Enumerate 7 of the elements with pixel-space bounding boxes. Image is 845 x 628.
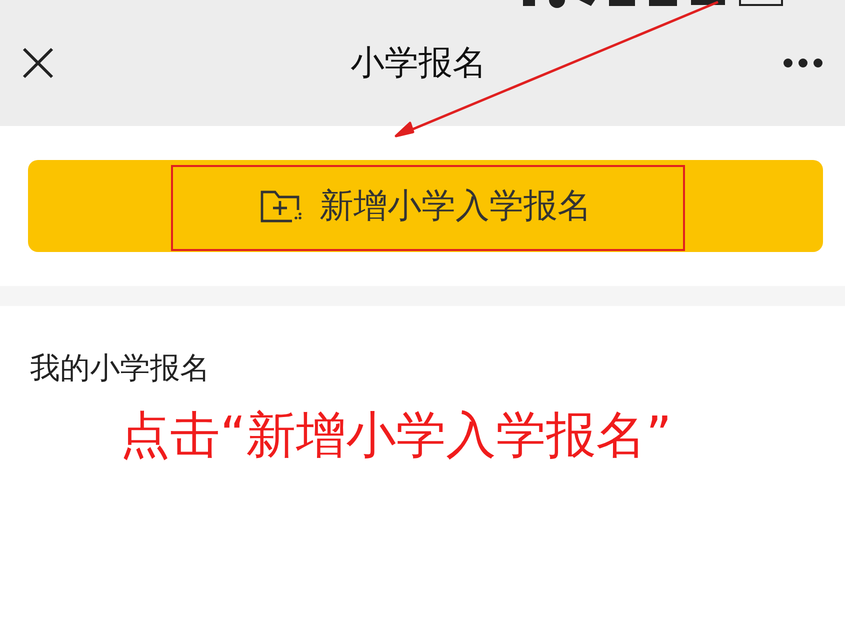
- close-icon[interactable]: [22, 47, 54, 79]
- more-icon[interactable]: [783, 58, 823, 68]
- section-title: 我的小学报名: [30, 351, 210, 386]
- new-registration-button[interactable]: 新增小学入学报名: [28, 160, 823, 252]
- page-title: 小学报名: [350, 42, 486, 85]
- folder-add-icon: [260, 188, 302, 224]
- annotation-text: 点击“新增小学入学报名”: [120, 405, 672, 466]
